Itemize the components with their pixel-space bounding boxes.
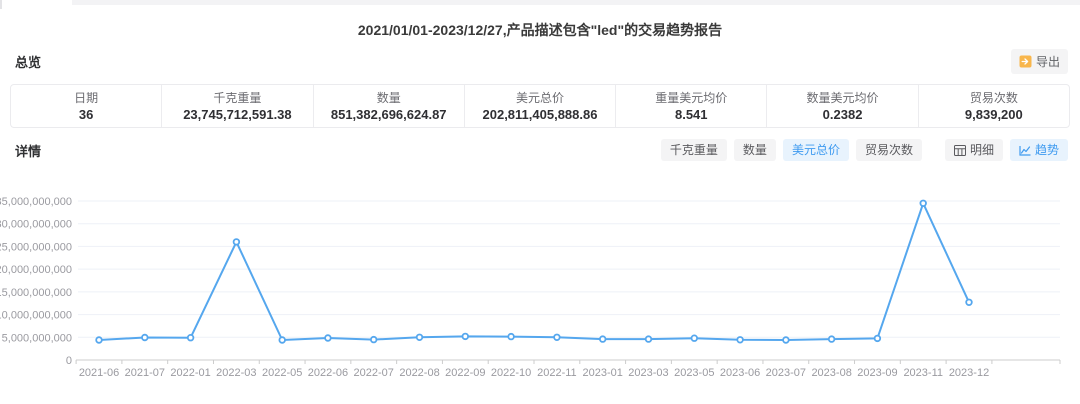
y-axis-tick-label: 30,000,000,000 xyxy=(0,219,72,231)
x-axis-tick-label: 2023-01 xyxy=(583,367,623,379)
x-axis-tick-label: 2022-06 xyxy=(308,367,348,379)
data-point-marker[interactable] xyxy=(919,199,927,207)
overview-section-title: 总览 xyxy=(15,54,42,70)
table-icon xyxy=(953,144,966,156)
x-axis-tick-label: 2022-10 xyxy=(491,367,531,379)
data-point-marker[interactable] xyxy=(690,334,698,342)
page-title: 2021/01/01-2023/12/27,产品描述包含"led"的交易趋势报告 xyxy=(357,22,723,38)
stat-value: 9,839,200 xyxy=(964,106,1023,122)
y-axis-tick-label: 20,000,000,000 xyxy=(0,264,72,276)
stat-value: 851,382,696,624.87 xyxy=(330,106,447,122)
x-axis-tick-label: 2022-03 xyxy=(216,367,256,379)
data-point-marker[interactable] xyxy=(461,332,469,341)
overview-stat: 重量美元均价 8.541 xyxy=(616,85,768,127)
data-point-marker[interactable] xyxy=(827,335,836,343)
details-section-title: 详情 xyxy=(15,143,42,159)
data-point-marker[interactable] xyxy=(553,333,561,341)
view-tab-detail[interactable]: 明细 xyxy=(944,139,1003,161)
data-point-marker[interactable] xyxy=(507,332,515,341)
data-point-marker[interactable] xyxy=(324,334,332,342)
data-point-marker[interactable] xyxy=(873,334,882,343)
overview-stat: 千克重量 23,745,712,591.38 xyxy=(162,85,314,127)
stat-value: 8.541 xyxy=(674,106,708,122)
y-axis-tick-label: 35,000,000,000 xyxy=(0,196,72,208)
stat-value: 36 xyxy=(78,106,94,122)
stat-label: 重量美元均价 xyxy=(655,90,728,105)
view-tab-trend[interactable]: 趋势 xyxy=(1009,139,1068,161)
stat-label: 日期 xyxy=(74,90,99,105)
details-header: 详情 千克重量 数量 美元总价 贸易次数 明细 趋势 xyxy=(15,138,1068,162)
x-axis-tick-label: 2022-01 xyxy=(170,367,210,379)
y-axis-tick-label: 10,000,000,000 xyxy=(0,310,72,322)
stat-label: 数量 xyxy=(376,90,401,105)
data-point-marker[interactable] xyxy=(644,335,653,343)
data-point-marker[interactable] xyxy=(278,336,286,344)
export-label: 导出 xyxy=(1035,54,1060,69)
y-axis-tick-label: 25,000,000,000 xyxy=(0,241,72,253)
data-point-marker[interactable] xyxy=(186,333,195,342)
stat-label: 美元总价 xyxy=(515,90,564,105)
metric-tab-usd-total[interactable]: 美元总价 xyxy=(782,139,849,161)
tab-label: 数量 xyxy=(742,143,767,157)
overview-stat: 美元总价 202,811,405,888.86 xyxy=(465,85,617,127)
stat-value: 202,811,405,888.86 xyxy=(482,106,598,122)
x-axis-tick-label: 2023-05 xyxy=(674,367,714,379)
top-edge-mark xyxy=(0,0,2,9)
y-axis-tick-label: 0 xyxy=(66,355,72,367)
export-button[interactable]: 导出 xyxy=(1010,48,1068,74)
x-axis-tick-label: 2023-12 xyxy=(949,367,989,379)
data-point-marker[interactable] xyxy=(782,336,790,344)
top-edge-strip xyxy=(72,0,1080,5)
x-axis-tick-label: 2023-08 xyxy=(811,367,851,379)
x-axis-tick-label: 2022-09 xyxy=(445,367,485,379)
metric-tab-trade-count[interactable]: 贸易次数 xyxy=(855,139,922,161)
x-axis-tick-label: 2023-09 xyxy=(857,367,897,379)
y-axis-tick-label: 15,000,000,000 xyxy=(0,287,72,299)
data-point-marker[interactable] xyxy=(232,238,241,246)
data-point-marker[interactable] xyxy=(95,336,103,344)
tab-label: 千克重量 xyxy=(669,143,718,157)
tab-label: 趋势 xyxy=(1034,143,1059,157)
data-point-marker[interactable] xyxy=(415,333,424,341)
tab-label: 明细 xyxy=(969,143,994,157)
trend-line-chart: 0 5,000,000,000 10,000,000,000 15,000,000,0… xyxy=(0,185,1080,400)
data-point-marker[interactable] xyxy=(965,298,973,306)
x-axis-tick-label: 2023-11 xyxy=(903,367,943,379)
data-point-marker[interactable] xyxy=(736,336,744,344)
stat-value: 23,745,712,591.38 xyxy=(183,106,292,122)
x-axis-tick-label: 2022-07 xyxy=(354,367,394,379)
tab-label: 美元总价 xyxy=(791,143,840,157)
x-axis-tick-label: 2022-08 xyxy=(399,367,439,379)
stat-label: 千克重量 xyxy=(213,90,262,105)
y-axis-tick-label: 5,000,000,000 xyxy=(2,332,72,344)
x-axis-tick-label: 2021-06 xyxy=(79,367,119,379)
stat-label: 贸易次数 xyxy=(969,90,1018,105)
overview-stat: 贸易次数 9,839,200 xyxy=(919,85,1069,127)
metric-tab-quantity[interactable]: 数量 xyxy=(733,139,776,161)
trend-icon xyxy=(1019,145,1031,156)
x-axis-tick-label: 2021-07 xyxy=(125,367,165,379)
stat-value: 0.2382 xyxy=(822,106,863,122)
overview-header: 总览 导出 xyxy=(15,48,1068,74)
metric-tab-kg-weight[interactable]: 千克重量 xyxy=(660,139,727,161)
x-axis-tick-label: 2023-03 xyxy=(628,367,668,379)
details-toolbar: 千克重量 数量 美元总价 贸易次数 明细 趋势 xyxy=(654,139,1068,161)
data-point-marker[interactable] xyxy=(370,335,378,344)
overview-stat: 数量美元均价 0.2382 xyxy=(767,85,919,127)
data-point-marker[interactable] xyxy=(599,335,607,343)
x-axis-tick-label: 2023-07 xyxy=(766,367,806,379)
overview-stats-card: 日期 36 千克重量 23,745,712,591.38 数量 851,382,696,6… xyxy=(10,84,1070,128)
x-axis-tick-label: 2022-05 xyxy=(262,367,302,379)
overview-stat: 数量 851,382,696,624.87 xyxy=(314,85,465,127)
overview-stat: 日期 36 xyxy=(11,85,163,127)
data-point-marker[interactable] xyxy=(141,333,149,342)
tab-label: 贸易次数 xyxy=(864,143,913,157)
x-axis-tick-label: 2022-11 xyxy=(537,367,577,379)
stat-label: 数量美元均价 xyxy=(806,90,879,105)
x-axis-tick-label: 2023-06 xyxy=(720,367,760,379)
export-file-icon xyxy=(1019,55,1032,68)
